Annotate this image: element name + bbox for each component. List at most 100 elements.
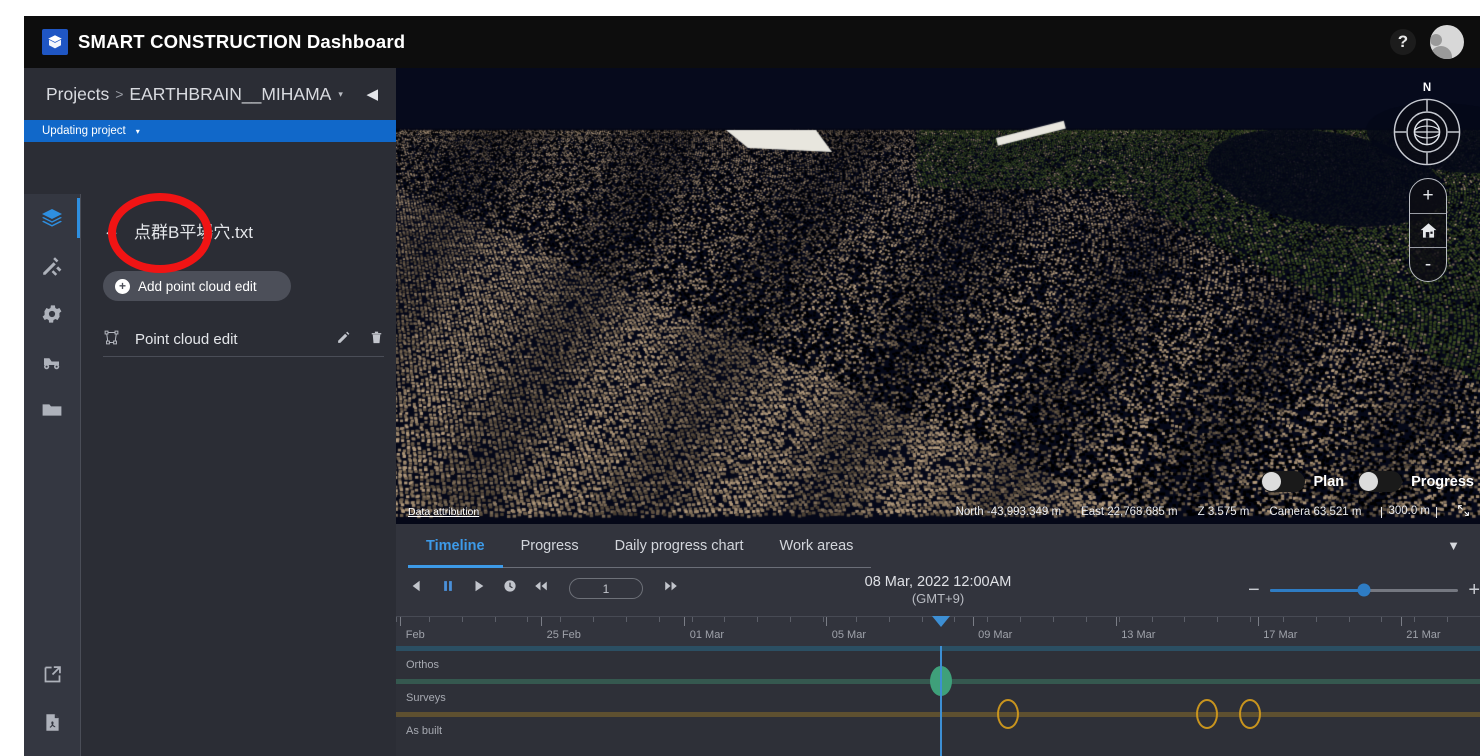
ruler-tick (1447, 617, 1449, 622)
ruler-tick (461, 617, 463, 622)
sidebar-item-settings[interactable] (24, 290, 80, 338)
ruler-tick (757, 617, 759, 622)
trash-icon[interactable] (369, 330, 384, 349)
ruler-tick (1020, 617, 1022, 622)
expand-fullscreen-icon[interactable] (1457, 504, 1472, 520)
updating-project-bar[interactable]: Updating project ▾ (24, 120, 396, 142)
ruler-tick (921, 617, 923, 622)
breadcrumb-project[interactable]: EARTHBRAIN__MIHAMA (129, 84, 331, 105)
pause-icon[interactable] (441, 579, 455, 598)
z-coordinate: Z 3.575 m (1197, 506, 1250, 518)
timeline-panel: Timeline Progress Daily progress chart W… (396, 524, 1480, 756)
sidebar-item-tools[interactable] (24, 242, 80, 290)
ruler-tick (1184, 617, 1186, 622)
panel-header: ← 点群B平場穴.txt (81, 194, 396, 243)
clock-icon[interactable] (503, 579, 517, 598)
timeline-event-marker[interactable] (1195, 699, 1218, 729)
add-point-cloud-edit-button[interactable]: + Add point cloud edit (103, 271, 291, 301)
back-arrow-icon[interactable]: ← (103, 221, 120, 241)
breadcrumb-root[interactable]: Projects (46, 84, 109, 105)
display-mode-toggles: Plan Progress (1260, 471, 1474, 492)
zoom-slider-track[interactable] (1269, 583, 1459, 597)
ruler-tick (396, 617, 397, 622)
header-actions: ? (1390, 25, 1464, 59)
play-icon[interactable] (472, 579, 486, 598)
ruler-tick-label: 25 Feb (546, 629, 581, 641)
ruler-major-tick (1115, 617, 1117, 626)
progress-toggle[interactable]: Progress (1358, 471, 1474, 492)
tab-work-areas[interactable]: Work areas (761, 524, 872, 568)
plan-toggle[interactable]: Plan (1260, 471, 1345, 492)
tab-timeline[interactable]: Timeline (408, 524, 503, 568)
sidebar-item-layers[interactable] (24, 194, 80, 242)
compass-widget[interactable]: N (1390, 82, 1464, 174)
user-avatar-icon[interactable] (1430, 25, 1464, 59)
viewport-zoom-controls: + - (1409, 178, 1447, 282)
pencil-icon[interactable] (336, 330, 351, 349)
track-label: As built (406, 725, 443, 737)
ruler-tick (1118, 617, 1120, 622)
timeline-event-marker[interactable] (1239, 699, 1262, 729)
playhead-marker[interactable] (932, 616, 951, 627)
ruler-tick (1085, 617, 1087, 622)
ruler-tick-label: 09 Mar (978, 629, 1013, 641)
ruler-tick-label: 21 Mar (1406, 629, 1441, 641)
chevron-down-icon[interactable]: ▼ (1447, 538, 1460, 553)
ruler-tick (1348, 617, 1350, 622)
ruler-tick (888, 617, 890, 622)
minus-icon[interactable]: − (1248, 580, 1260, 600)
compass-icon[interactable] (1390, 95, 1464, 169)
step-backward-icon[interactable] (410, 579, 424, 598)
list-item[interactable]: Point cloud edit (103, 323, 384, 357)
chevron-down-icon[interactable]: ▾ (338, 89, 343, 100)
ruler-tick (593, 617, 595, 622)
help-icon[interactable]: ? (1390, 29, 1416, 55)
point-cloud-canvas[interactable] (396, 68, 1480, 524)
plan-toggle-label: Plan (1313, 473, 1345, 490)
plus-icon[interactable]: + (1468, 580, 1480, 600)
progress-toggle-label: Progress (1411, 473, 1474, 490)
ruler-tick (1052, 617, 1054, 622)
ruler-major-tick (1400, 617, 1402, 626)
download-file-icon[interactable] (24, 746, 80, 756)
zoom-out-button[interactable]: - (1410, 247, 1446, 281)
ruler-tick (987, 617, 989, 622)
point-cloud-viewport[interactable]: N + - Plan Progress Data attribution Nor… (396, 68, 1480, 524)
tab-daily-progress-chart[interactable]: Daily progress chart (596, 524, 762, 568)
timeline-track[interactable]: As built (396, 699, 1480, 745)
ruler-tick (1381, 617, 1383, 622)
viewport-status-bar: Data attribution North -43,993.349 m Eas… (396, 500, 1480, 524)
tab-progress[interactable]: Progress (502, 524, 597, 568)
ruler-tick (855, 617, 857, 622)
sidebar-item-machines[interactable] (24, 338, 80, 386)
frame-number-input[interactable]: 1 (569, 578, 643, 599)
playhead-line[interactable] (940, 646, 943, 756)
fast-forward-icon[interactable] (664, 579, 678, 598)
ruler-tick (1151, 617, 1153, 622)
chevron-down-icon[interactable]: ▾ (136, 127, 140, 136)
sidebar-item-files[interactable] (24, 386, 80, 434)
scale-bar-label: 300.0 m (1388, 505, 1430, 517)
ruler-tick (428, 617, 430, 622)
compass-north-label: N (1422, 82, 1432, 94)
ruler-tick (691, 617, 693, 622)
ruler-tick (494, 617, 496, 622)
external-link-icon[interactable] (24, 650, 80, 698)
track-label: Surveys (406, 692, 446, 704)
ruler-tick-label: 13 Mar (1121, 629, 1156, 641)
zoom-slider-knob[interactable] (1357, 583, 1371, 597)
pdf-file-icon[interactable] (24, 698, 80, 746)
timeline-track[interactable]: Surveys (396, 666, 1480, 712)
data-attribution-link[interactable]: Data attribution (408, 506, 479, 518)
home-view-button[interactable] (1410, 213, 1446, 247)
ruler-tick (1414, 617, 1416, 622)
timeline-tracks[interactable]: Orthos Surveys As built (396, 646, 1480, 756)
timeline-event-marker[interactable] (997, 699, 1020, 729)
breadcrumb-separator: > (115, 86, 124, 102)
zoom-in-button[interactable]: + (1410, 179, 1446, 213)
track-band (396, 712, 1480, 717)
rewind-icon[interactable] (534, 579, 548, 598)
timeline-zoom-slider[interactable]: − + (1248, 580, 1480, 600)
collapse-left-arrow-icon[interactable]: ◀ (366, 85, 382, 103)
timeline-ruler[interactable]: Feb 25 Feb 01 Mar 05 Mar 09 Mar 13 Mar 17 Mar 2… (396, 616, 1480, 646)
